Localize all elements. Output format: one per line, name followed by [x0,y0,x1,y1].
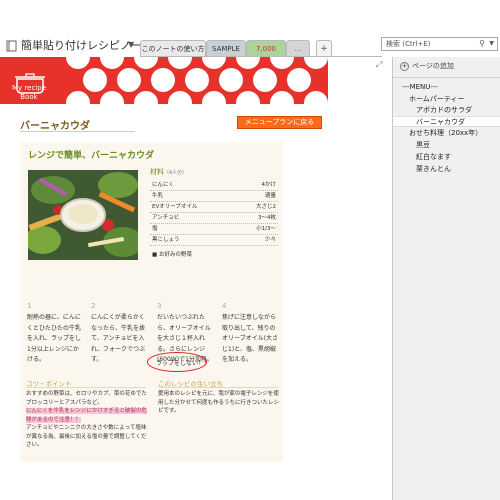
optional-vegetables: ■ お好みの野菜 [152,252,192,258]
book-label-line1: My recipe [12,84,46,92]
ingredient-row: 牛乳 適量 [150,191,278,202]
ingredient-name: にんにく [152,182,174,188]
book-label: My recipe Book [2,84,56,102]
divider [158,387,278,388]
ingredient-qty: 3〜4枚 [258,215,276,221]
plus-icon: + [400,62,409,71]
chevron-down-icon[interactable]: ▼ [128,40,134,49]
step-number: 3 [157,302,162,310]
step-text: にんにくが柔らかくなったら、牛乳を捨て、アンチョビを入れ、フォークでつぶす。 [91,314,146,363]
ingredients-heading: 材料（4人分） [150,167,187,177]
title-underline [20,131,135,132]
step-text: 焦げに注意しながら取り出して、残りのオリーブオイル(大さじ1)と、塩、黒胡椒を加… [222,314,278,363]
ingredient-qty: 小1/3〜 [256,226,276,232]
ingredient-row: EVオリーブオイル 大さじ2 [150,202,278,213]
tips-highlight: にんにくを牛乳をレンジにかけすぎると破裂の危険があるので注意！！ [26,408,147,423]
page-item-kuromame[interactable]: 黒豆 [416,140,430,151]
ingredient-row: 黒こしょう 少々 [150,235,278,246]
tab-more[interactable]: … [286,40,310,57]
ingredient-name: 塩 [152,226,158,232]
add-section-button[interactable]: + [316,40,332,57]
ingredient-name: 黒こしょう [152,237,180,243]
notebook-icon [6,40,17,52]
page-item-namasu[interactable]: 紅白なます [416,152,451,163]
ingredient-row: アンチョビ 3〜4枚 [150,213,278,224]
ingredient-name: 牛乳 [152,193,164,199]
add-page-label: ページの追加 [412,62,454,70]
ingredient-qty: 適量 [264,193,276,199]
ingredient-qty: 少々 [264,237,276,243]
wrap-note: ラップをしない！！ [156,360,211,367]
add-page-button[interactable]: + ページの追加 [400,61,454,71]
tips-text-1: おすすめの野菜は、セロリやカブ、菜の花ゆでたブロッコリーとアスパラなど。 [26,391,147,406]
step-text: 耐熱の器に、にんにくとひたひたの牛乳を入れ、ラップをし1分以上レンジにかける。 [27,314,82,363]
divider [393,77,500,78]
tab-usage[interactable]: このノートの使い方 [140,40,206,57]
vegetable-platter-image [28,170,138,260]
ingredient-qty: 4かけ [261,182,277,188]
ingredient-row: 塩 小1/3〜 [150,224,278,235]
page-item-home-party[interactable]: ホームパーティー [409,94,464,105]
ingredients-title: 材料 [150,168,164,176]
ingredient-name: アンチョビ [152,215,180,221]
page-item-avocado-salad[interactable]: アボカドのサラダ [416,105,472,116]
tips-text-2: アンチョビやニンニクの大きさや数によって塩味が異なる為、最後に加える塩の量で調整… [26,425,147,448]
ingredient-row: にんにく 4かけ [150,180,278,191]
recipe-card-title[interactable]: レンジで簡単、バーニャカウダ [28,148,154,161]
menu-plan-link-button[interactable]: メニュープランに戻る [237,116,322,129]
search-input[interactable]: 検索 (Ctrl+E) ⚲ ▼ [381,37,498,51]
servings: （4人分） [164,170,188,176]
origin-text: 愛用本のレシピを元に、我が家の電子レンジを使用した分かせて何度も作るうちに行きつ… [158,391,280,414]
page-item-menu[interactable]: ---MENU--- [402,82,438,93]
ingredient-qty: 大さじ2 [256,204,276,210]
chevron-down-icon[interactable]: ▼ [489,40,494,47]
book-label-line2: Book [20,93,38,101]
page-title[interactable]: バーニャカウダ [20,117,90,132]
page-item-bagna-cauda[interactable]: バーニャカウダ [393,116,500,127]
page-item-osechi[interactable]: おせち料理（20xx年） [409,128,482,139]
divider [26,387,146,388]
search-icon[interactable]: ⚲ [479,39,485,48]
page-item-kurikinton[interactable]: 栗きんとん [416,164,451,175]
recipe-photo [28,170,138,260]
step-number: 4 [222,302,227,310]
tips-text: おすすめの野菜は、セロリやカブ、菜の花ゆでたブロッコリーとアスパラなど。 にんに… [26,390,150,450]
page-list-panel: + ページの追加 ---MENU--- ホームパーティー アボカドのサラダ バーニ… [392,57,500,500]
expand-icon[interactable]: ⤢ [376,60,382,70]
tab-sample[interactable]: SAMPLE [206,40,246,57]
step-number: 2 [91,302,96,310]
tab-7000[interactable]: 7,000 [246,40,286,57]
ingredient-name: EVオリーブオイル [152,204,198,210]
search-placeholder: 検索 (Ctrl+E) [386,40,431,48]
step-number: 1 [27,302,32,310]
